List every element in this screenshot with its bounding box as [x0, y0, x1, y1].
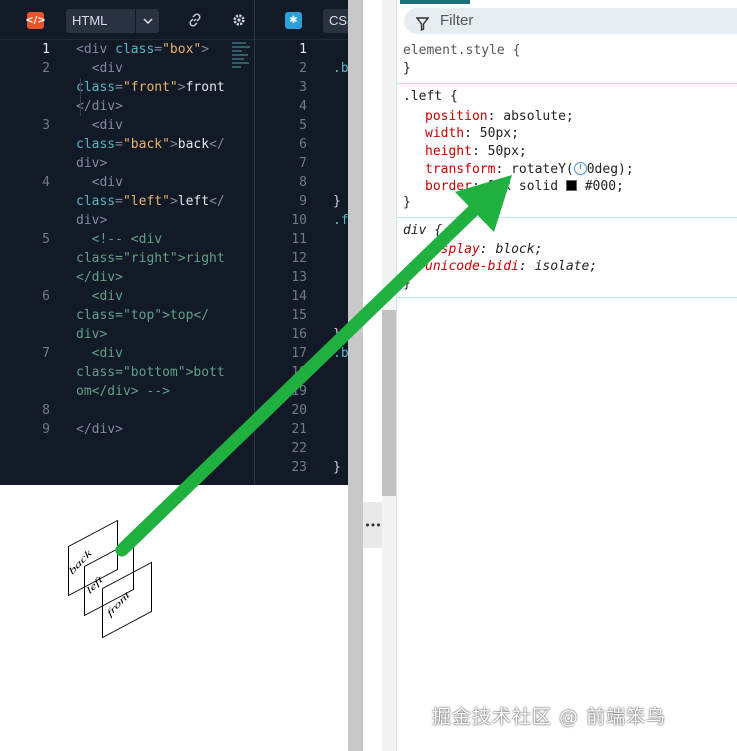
line-number: 3: [42, 118, 50, 133]
prop-width[interactable]: width: 50px;: [425, 125, 519, 142]
indent-guide: [80, 78, 81, 116]
code-line[interactable]: <div: [76, 59, 123, 78]
css-line-number: 21: [291, 422, 307, 437]
css-line-number: 17: [291, 346, 307, 361]
link-icon[interactable]: [187, 12, 203, 28]
css-line-number: 4: [299, 99, 307, 114]
css-line-number: 12: [291, 251, 307, 266]
line-number: 2: [42, 61, 50, 76]
active-tab-indicator: [400, 0, 470, 4]
html-language-label: HTML: [72, 13, 108, 28]
prop-unicode-bidi: unicode-bidi: isolate;: [425, 259, 598, 274]
html-language-select[interactable]: HTML: [66, 9, 159, 33]
line-number: 4: [42, 175, 50, 190]
result-preview: back left front: [12, 485, 348, 751]
code-line[interactable]: div>: [76, 211, 107, 230]
code-line[interactable]: class="back">back</: [76, 135, 225, 154]
css-code-fragment[interactable]: }: [333, 458, 341, 477]
code-line[interactable]: </div>: [76, 268, 123, 287]
styles-filter-input[interactable]: Filter: [404, 8, 737, 34]
code-line[interactable]: </div>: [76, 97, 123, 116]
css-editor-panel: ✱ CSS 1234567891011121314151617181920212…: [254, 0, 353, 485]
prop-transform[interactable]: transform: rotateY(0deg);: [425, 161, 634, 178]
css-code-fragment[interactable]: }: [333, 192, 341, 211]
html-editor-toolbar: </> HTML: [0, 0, 254, 40]
line-number: 7: [42, 346, 50, 361]
code-line[interactable]: <!-- <div: [76, 230, 162, 249]
code-line[interactable]: class="top">top</: [76, 306, 209, 325]
resize-handle-icon[interactable]: •••: [363, 502, 382, 548]
line-number: 9: [42, 422, 50, 437]
chevron-down-icon: [135, 9, 159, 33]
code-line[interactable]: <div: [76, 173, 123, 192]
css-code-fragment[interactable]: }: [333, 325, 341, 344]
css-line-number: 18: [291, 365, 307, 380]
code-line[interactable]: div>: [76, 154, 107, 173]
css-code-fragment[interactable]: .f: [333, 211, 349, 230]
minimap[interactable]: [232, 42, 250, 78]
angle-picker-icon[interactable]: [573, 162, 587, 175]
filter-icon: [415, 14, 430, 40]
css-line-number: 10: [291, 213, 307, 228]
css-line-number: 6: [299, 137, 307, 152]
element-style-selector[interactable]: element.style {: [403, 42, 520, 59]
css-line-number: 19: [291, 384, 307, 399]
code-line[interactable]: om</div> -->: [76, 382, 170, 401]
filter-placeholder: Filter: [440, 12, 474, 29]
css-code-fragment[interactable]: .b: [333, 344, 349, 363]
line-number: 6: [42, 289, 50, 304]
css-line-number: 7: [299, 156, 307, 171]
html-editor-panel: </> HTML 1 <div class="box"> 2 <div class="…: [0, 0, 254, 485]
left-rule-close: }: [403, 195, 411, 210]
code-line[interactable]: div>: [76, 325, 107, 344]
css-line-number: 13: [291, 270, 307, 285]
code-line[interactable]: </div>: [76, 420, 123, 439]
code-line[interactable]: <div: [76, 287, 123, 306]
code-line[interactable]: class="bottom">bott: [76, 363, 225, 382]
css-line-number: 15: [291, 308, 307, 323]
prop-position[interactable]: position: absolute;: [425, 108, 574, 125]
css-line-number: 22: [291, 441, 307, 456]
css-code-fragment[interactable]: .b: [333, 59, 349, 78]
css-line-number: 23: [291, 460, 307, 475]
prop-display: display: block;: [425, 242, 543, 257]
css-editor-toolbar: ✱ CSS: [255, 0, 353, 40]
css-line-number: 20: [291, 403, 307, 418]
css-line-number: 8: [299, 175, 307, 190]
code-line[interactable]: class="front">front: [76, 78, 225, 97]
css-line-number: 14: [291, 289, 307, 304]
css-line-number: 16: [291, 327, 307, 342]
css-line-number: 9: [299, 194, 307, 209]
left-rule-selector[interactable]: .left {: [403, 88, 458, 105]
code-line[interactable]: <div: [76, 344, 123, 363]
prop-border[interactable]: border: 1px solid #000;: [425, 178, 624, 195]
css-line-number: 2: [299, 61, 307, 76]
css-asterisk-icon: ✱: [285, 12, 302, 29]
line-number: 1: [42, 42, 50, 57]
code-line[interactable]: class="left">left</: [76, 192, 225, 211]
div-rule-close: }: [403, 276, 411, 291]
div-rule-selector: div {: [403, 223, 443, 238]
panel-divider[interactable]: [348, 0, 363, 751]
watermark-text: 掘金技术社区 @ 前端笨鸟: [432, 706, 667, 728]
prop-height[interactable]: height: 50px;: [425, 143, 527, 160]
css-line-number: 5: [299, 118, 307, 133]
css-line-number: 11: [291, 232, 307, 247]
html-code-icon: </>: [25, 12, 46, 29]
code-line[interactable]: class="right">right: [76, 249, 225, 268]
line-number: 8: [42, 403, 50, 418]
css-line-number: 3: [299, 80, 307, 95]
element-style-close: }: [403, 61, 411, 76]
scrollbar-thumb[interactable]: [382, 310, 396, 496]
code-line[interactable]: <div: [76, 116, 123, 135]
line-number: 5: [42, 232, 50, 247]
gear-icon[interactable]: [231, 12, 247, 28]
color-swatch-icon[interactable]: [565, 180, 577, 191]
code-line[interactable]: <div class="box">: [76, 40, 209, 59]
css-line-number: 1: [299, 42, 307, 57]
